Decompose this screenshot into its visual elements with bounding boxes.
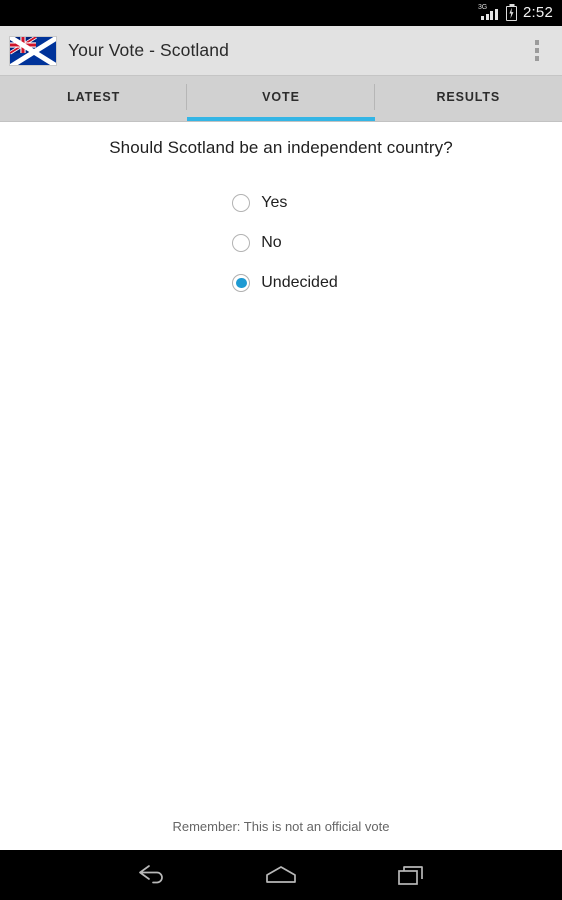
- union-jack-saltire-flag-icon[interactable]: [9, 35, 57, 66]
- disclaimer-text: Remember: This is not an official vote: [172, 819, 390, 834]
- android-navigation-bar: [0, 850, 562, 900]
- battery-charging-icon: [506, 5, 517, 21]
- radio-option-yes[interactable]: Yes: [232, 190, 287, 216]
- tab-vote-label: VOTE: [262, 90, 300, 104]
- recent-apps-icon[interactable]: [387, 853, 435, 897]
- signal-bars-icon: 3G: [478, 4, 500, 21]
- status-bar: 3G 2:52: [0, 0, 562, 26]
- poll-radio-group: Yes No Undecided: [232, 190, 338, 296]
- radio-option-undecided[interactable]: Undecided: [232, 270, 338, 296]
- app-title: Your Vote - Scotland: [68, 40, 229, 60]
- radio-label-no: No: [261, 234, 282, 251]
- tab-latest-label: LATEST: [67, 90, 121, 104]
- tab-vote[interactable]: VOTE: [187, 76, 375, 122]
- tab-results[interactable]: RESULTS: [375, 76, 562, 122]
- action-bar: Your Vote - Scotland: [0, 26, 562, 75]
- android-phone-screen: 3G 2:52 Your Vote - Scotland LATEST VOTE…: [0, 0, 562, 900]
- tab-results-label: RESULTS: [436, 90, 501, 104]
- status-bar-indicators: 3G 2:52: [478, 4, 553, 21]
- radio-button-yes[interactable]: [232, 194, 251, 212]
- radio-label-undecided: Undecided: [261, 274, 338, 291]
- radio-label-yes: Yes: [261, 194, 288, 211]
- radio-button-no[interactable]: [232, 234, 251, 252]
- home-icon[interactable]: [257, 853, 305, 897]
- poll-question: Should Scotland be an independent countr…: [109, 138, 453, 157]
- back-arrow-icon[interactable]: [127, 853, 175, 897]
- vote-content: Should Scotland be an independent countr…: [0, 122, 562, 850]
- overflow-menu-icon[interactable]: [516, 26, 558, 75]
- radio-option-no[interactable]: No: [232, 230, 282, 256]
- status-bar-clock: 2:52: [523, 4, 553, 21]
- radio-button-undecided[interactable]: [232, 274, 251, 292]
- signal-strength-bars: [481, 8, 498, 20]
- tab-bar: LATEST VOTE RESULTS: [0, 75, 562, 122]
- tab-latest[interactable]: LATEST: [0, 76, 188, 122]
